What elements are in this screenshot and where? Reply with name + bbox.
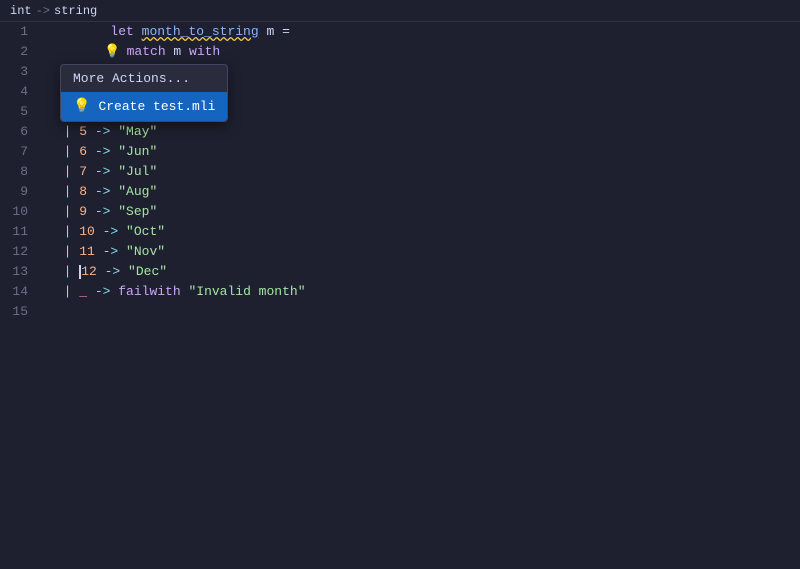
num-10: 10 bbox=[79, 224, 95, 239]
match-param: m bbox=[166, 44, 189, 59]
line-number-6: 6 bbox=[0, 122, 40, 142]
num-6: 6 bbox=[79, 144, 87, 159]
arrow-8: -> bbox=[87, 164, 118, 179]
line-number-3: 3 bbox=[0, 62, 40, 82]
pipe-14: | bbox=[48, 284, 79, 299]
line-6: 6 | 5 -> "May" bbox=[0, 122, 800, 142]
line-number-8: 8 bbox=[0, 162, 40, 182]
line-number-4: 4 bbox=[0, 82, 40, 102]
arrow-14: -> bbox=[87, 284, 118, 299]
line-number-2: 2 bbox=[0, 42, 40, 62]
arrow-11: -> bbox=[95, 224, 126, 239]
line-7: 7 | 6 -> "Jun" bbox=[0, 142, 800, 162]
line-number-1: 1 bbox=[0, 22, 40, 42]
create-test-item[interactable]: 💡 Create test.mli bbox=[61, 92, 227, 121]
num-5: 5 bbox=[79, 124, 87, 139]
pipe-7: | bbox=[48, 144, 79, 159]
line-number-11: 11 bbox=[0, 222, 40, 242]
arrow-6: -> bbox=[87, 124, 118, 139]
line-13: 13 | 12 -> "Dec" bbox=[0, 262, 800, 282]
breadcrumb: int -> string bbox=[0, 0, 800, 22]
line-content-9: | 8 -> "Aug" bbox=[40, 182, 800, 202]
str-dec: "Dec" bbox=[128, 264, 167, 279]
editor-content: 1 let month_to_string m = 2 💡match m wit… bbox=[0, 22, 800, 569]
keyword-failwith: failwith bbox=[118, 284, 180, 299]
line-content-6: | 5 -> "May" bbox=[40, 122, 800, 142]
str-may: "May" bbox=[118, 124, 157, 139]
num-8: 8 bbox=[79, 184, 87, 199]
line-number-5: 5 bbox=[0, 102, 40, 122]
pipe-9: | bbox=[48, 184, 79, 199]
num-9: 9 bbox=[79, 204, 87, 219]
breadcrumb-return-type: string bbox=[54, 4, 97, 18]
arrow-9: -> bbox=[87, 184, 118, 199]
line-content-11: | 10 -> "Oct" bbox=[40, 222, 800, 242]
str-oct: "Oct" bbox=[126, 224, 165, 239]
create-test-lightbulb-icon: 💡 bbox=[73, 98, 90, 115]
str-nov: "Nov" bbox=[126, 244, 165, 259]
line-9: 9 | 8 -> "Aug" bbox=[0, 182, 800, 202]
str-invalid: "Invalid month" bbox=[181, 284, 306, 299]
line-15: 15 bbox=[0, 302, 800, 322]
num-7: 7 bbox=[79, 164, 87, 179]
pipe-10: | bbox=[48, 204, 79, 219]
line-number-12: 12 bbox=[0, 242, 40, 262]
arrow-12: -> bbox=[95, 244, 126, 259]
pipe-8: | bbox=[48, 164, 79, 179]
context-menu: More Actions... 💡 Create test.mli bbox=[60, 64, 228, 122]
lightbulb-icon[interactable]: 💡 bbox=[104, 44, 120, 59]
keyword-with: with bbox=[189, 44, 220, 59]
line-number-13: 13 bbox=[0, 262, 40, 282]
str-jul: "Jul" bbox=[118, 164, 157, 179]
line-number-15: 15 bbox=[0, 302, 40, 322]
line-number-7: 7 bbox=[0, 142, 40, 162]
line-content-10: | 9 -> "Sep" bbox=[40, 202, 800, 222]
create-test-label: Create test.mli bbox=[98, 99, 215, 114]
line-number-10: 10 bbox=[0, 202, 40, 222]
arrow-13: -> bbox=[97, 264, 128, 279]
line-content-8: | 7 -> "Jul" bbox=[40, 162, 800, 182]
editor: int -> string 1 let month_to_string m = … bbox=[0, 0, 800, 569]
line-14: 14 | _ -> failwith "Invalid month" bbox=[0, 282, 800, 302]
line-10: 10 | 9 -> "Sep" bbox=[0, 202, 800, 222]
line-11: 11 | 10 -> "Oct" bbox=[0, 222, 800, 242]
more-actions-item[interactable]: More Actions... bbox=[61, 65, 227, 92]
line-number-14: 14 bbox=[0, 282, 40, 302]
pipe-12: | bbox=[48, 244, 79, 259]
wildcard: _ bbox=[79, 284, 87, 299]
str-aug: "Aug" bbox=[118, 184, 157, 199]
line-content-7: | 6 -> "Jun" bbox=[40, 142, 800, 162]
keyword-match: match bbox=[127, 44, 166, 59]
line-2: 2 💡 match m with bbox=[0, 42, 800, 62]
pipe-11: | bbox=[48, 224, 79, 239]
arrow-10: -> bbox=[87, 204, 118, 219]
num-11: 11 bbox=[79, 244, 95, 259]
breadcrumb-type: int bbox=[10, 4, 32, 18]
str-jun: "Jun" bbox=[118, 144, 157, 159]
pipe-6: | bbox=[48, 124, 79, 139]
line-content-14: | _ -> failwith "Invalid month" bbox=[40, 282, 800, 302]
pipe-13: | bbox=[48, 264, 79, 279]
line-8: 8 | 7 -> "Jul" bbox=[0, 162, 800, 182]
arrow-7: -> bbox=[87, 144, 118, 159]
line-content-12: | 11 -> "Nov" bbox=[40, 242, 800, 262]
more-actions-label: More Actions... bbox=[73, 71, 190, 86]
num-12: 12 bbox=[81, 264, 97, 279]
line-number-9: 9 bbox=[0, 182, 40, 202]
line-content-13: | 12 -> "Dec" bbox=[40, 262, 800, 282]
str-sep: "Sep" bbox=[118, 204, 157, 219]
line-12: 12 | 11 -> "Nov" bbox=[0, 242, 800, 262]
